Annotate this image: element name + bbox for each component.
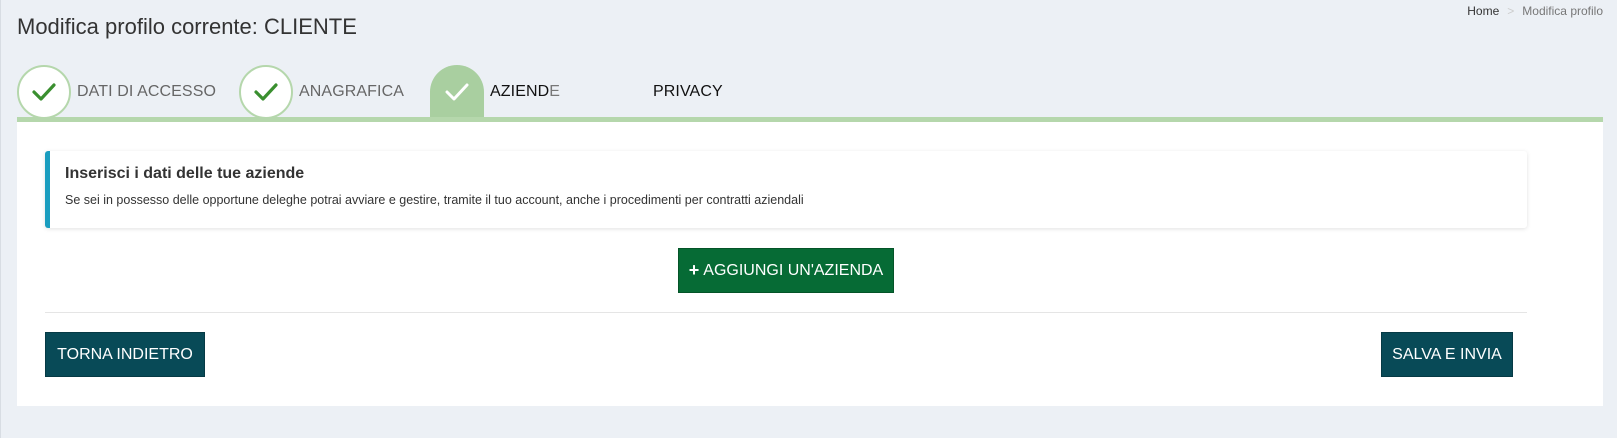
page-title: Modifica profilo corrente: CLIENTE xyxy=(17,14,357,39)
add-company-button[interactable]: + AGGIUNGI UN'AZIENDA xyxy=(678,248,894,293)
breadcrumb-home-link[interactable]: Home xyxy=(1467,4,1499,18)
info-callout: Inserisci i dati delle tue aziende Se se… xyxy=(45,151,1527,228)
step-anagrafica[interactable]: ANAGRAFICA xyxy=(239,65,405,119)
step-label: ANAGRAFICA xyxy=(299,83,405,100)
plus-icon: + xyxy=(688,260,700,280)
step-label: AZIENDE xyxy=(490,83,561,100)
step-label: DATI DI ACCESSO xyxy=(77,83,217,100)
back-button[interactable]: TORNA INDIETRO xyxy=(45,332,205,377)
wizard-steps: DATI DI ACCESSO ANAGRAFICA AZIENDE PRIVA… xyxy=(17,65,1603,122)
main-panel: Inserisci i dati delle tue aziende Se se… xyxy=(17,122,1603,406)
breadcrumb: Home > Modifica profilo xyxy=(1467,4,1603,18)
step-label: PRIVACY xyxy=(653,83,723,100)
check-icon xyxy=(239,65,293,119)
callout-heading: Inserisci i dati delle tue aziende xyxy=(65,165,305,182)
breadcrumb-current: Modifica profilo xyxy=(1522,4,1603,18)
add-company-label: AGGIUNGI UN'AZIENDA xyxy=(703,261,884,279)
check-icon xyxy=(430,65,484,119)
step-dati-di-accesso[interactable]: DATI DI ACCESSO xyxy=(17,65,217,119)
check-icon xyxy=(17,65,71,119)
divider xyxy=(45,312,1527,313)
step-aziende[interactable]: AZIENDE xyxy=(430,65,561,119)
step-privacy[interactable]: PRIVACY xyxy=(653,66,723,118)
save-and-send-button[interactable]: SALVA E INVIA xyxy=(1381,332,1513,377)
callout-text: Se sei in possesso delle opportune deleg… xyxy=(65,193,804,207)
breadcrumb-separator: > xyxy=(1507,4,1515,18)
